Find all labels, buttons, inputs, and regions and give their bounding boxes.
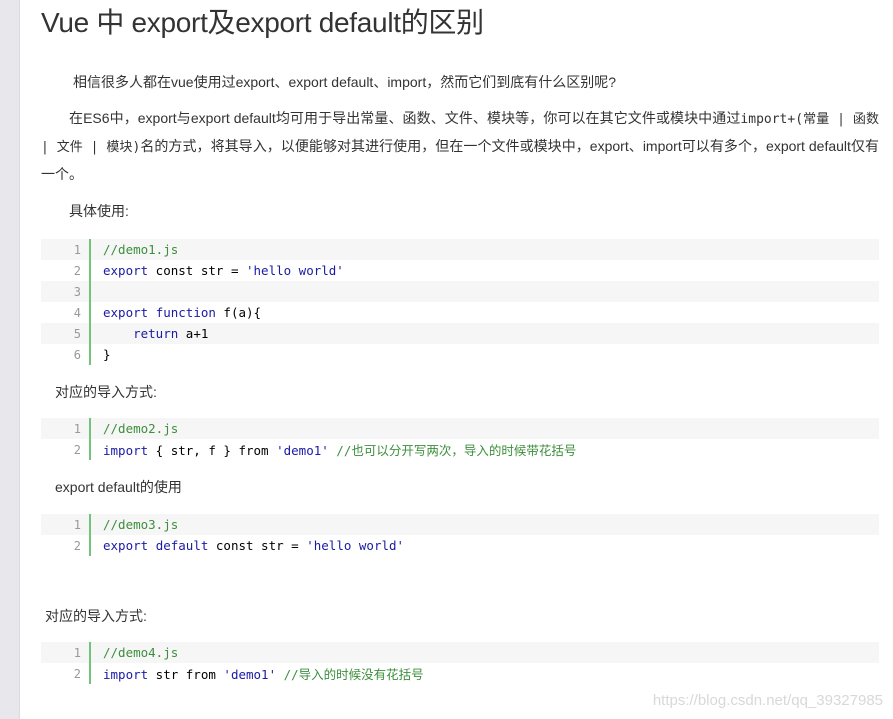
code-token-comment: //demo1.js — [103, 242, 179, 257]
code-text: //demo2.js — [91, 421, 178, 436]
section-label-export-default: export default的使用 — [55, 479, 182, 495]
code-token-comment: //demo2.js — [103, 421, 179, 436]
line-number: 2 — [73, 442, 81, 457]
section-label-import-default: 对应的导入方式: — [45, 608, 147, 624]
code-token-kw: import — [103, 667, 149, 682]
code-line: 2 export default const str = 'hello world… — [41, 535, 879, 556]
code-text: //demo4.js — [91, 645, 178, 660]
code-line: 5 return a+1 — [41, 323, 879, 344]
code-token: str from — [148, 667, 224, 682]
code-text: return a+1 — [91, 326, 208, 341]
code-line: 2 import str from 'demo1' //导入的时候没有花括号 — [41, 663, 879, 684]
line-number: 2 — [73, 538, 81, 553]
article-body: Vue 中 export及export default的区别 相信很多人都在vu… — [41, 0, 879, 684]
left-sidebar-rail — [0, 0, 20, 719]
line-number: 2 — [73, 666, 81, 681]
line-number: 6 — [73, 347, 81, 362]
code-text: //demo3.js — [91, 517, 178, 532]
line-number: 3 — [73, 284, 81, 299]
code-line: 1 //demo1.js — [41, 239, 879, 260]
code-line: 1 //demo4.js — [41, 642, 879, 663]
code-text: //demo1.js — [91, 242, 178, 257]
code-token-str: 'hello world' — [306, 538, 405, 553]
code-token-kw: function — [155, 305, 216, 320]
description-text-b: 名的方式，将其导入，以便能够对其进行使用，但在一个文件或模块中，export、i… — [41, 138, 880, 182]
section-label-import: 对应的导入方式: — [55, 384, 157, 400]
code-block-demo1[interactable]: 1 //demo1.js 2 export const str = 'hello wo… — [41, 239, 879, 365]
description-text-a: 在ES6中，export与export default均可用于导出常量、函数、文… — [69, 110, 741, 126]
code-block-demo3[interactable]: 1 //demo3.js 2 export default const str = '… — [41, 514, 879, 556]
code-token-comment: //导入的时候没有花括号 — [276, 667, 424, 682]
code-line: 2 export const str = 'hello world' — [41, 260, 879, 281]
code-token-str: 'demo1' — [223, 667, 277, 682]
code-token: const str = — [148, 263, 246, 278]
code-token-kw: import — [103, 443, 149, 458]
code-token-comment: //也可以分开写两次，导入的时候带花括号 — [328, 443, 577, 458]
line-number: 4 — [73, 305, 81, 320]
code-text: export default const str = 'hello world' — [91, 538, 404, 553]
code-text: export const str = 'hello world' — [91, 263, 344, 278]
code-token-kw: return — [133, 326, 179, 341]
code-text: import str from 'demo1' //导入的时候没有花括号 — [91, 664, 424, 683]
line-number: 1 — [73, 517, 81, 532]
code-text: export function f(a){ — [91, 305, 261, 320]
code-token: const str = — [208, 538, 307, 553]
code-token: } — [103, 347, 111, 362]
code-token-comment: //demo4.js — [103, 645, 179, 660]
code-token-kw: default — [155, 538, 209, 553]
line-number: 5 — [73, 326, 81, 341]
line-number: 1 — [73, 242, 81, 257]
description-paragraph: 在ES6中，export与export default均可用于导出常量、函数、文… — [41, 105, 879, 187]
line-number: 1 — [73, 421, 81, 436]
article-title: Vue 中 export及export default的区别 — [41, 7, 484, 38]
code-line: 1 //demo2.js — [41, 418, 879, 439]
code-token-str: 'demo1' — [276, 443, 329, 458]
code-token-str: 'hello world' — [246, 263, 344, 278]
code-block-demo4[interactable]: 1 //demo4.js 2 import str from 'demo1' //导入… — [41, 642, 879, 684]
code-token-kw: export — [103, 538, 149, 553]
code-text: import { str, f } from 'demo1' //也可以分开写两… — [91, 440, 576, 459]
code-block-demo2[interactable]: 1 //demo2.js 2 import { str, f } from 'demo… — [41, 418, 879, 460]
code-token-kw: export — [103, 305, 149, 320]
code-line: 6} — [41, 344, 879, 365]
code-token: { str, f } from — [148, 443, 277, 458]
code-text: } — [91, 347, 111, 362]
watermark-url: https://blog.csdn.net/qq_39327985 — [652, 692, 883, 709]
code-line: 3 — [41, 281, 879, 302]
code-line: 2 import { str, f } from 'demo1' //也可以分开写… — [41, 439, 879, 460]
code-token-comment: //demo3.js — [103, 517, 179, 532]
code-line: 4 export function f(a){ — [41, 302, 879, 323]
code-token: a+1 — [178, 326, 209, 341]
intro-paragraph: 相信很多人都在vue使用过export、export default、impor… — [73, 74, 616, 90]
section-label-usage: 具体使用: — [69, 203, 129, 219]
line-number: 2 — [73, 263, 81, 278]
code-token-kw: export — [103, 263, 149, 278]
line-number: 1 — [73, 645, 81, 660]
code-gutter-bar — [89, 281, 91, 302]
code-line: 1 //demo3.js — [41, 514, 879, 535]
code-token: f(a){ — [215, 305, 262, 320]
